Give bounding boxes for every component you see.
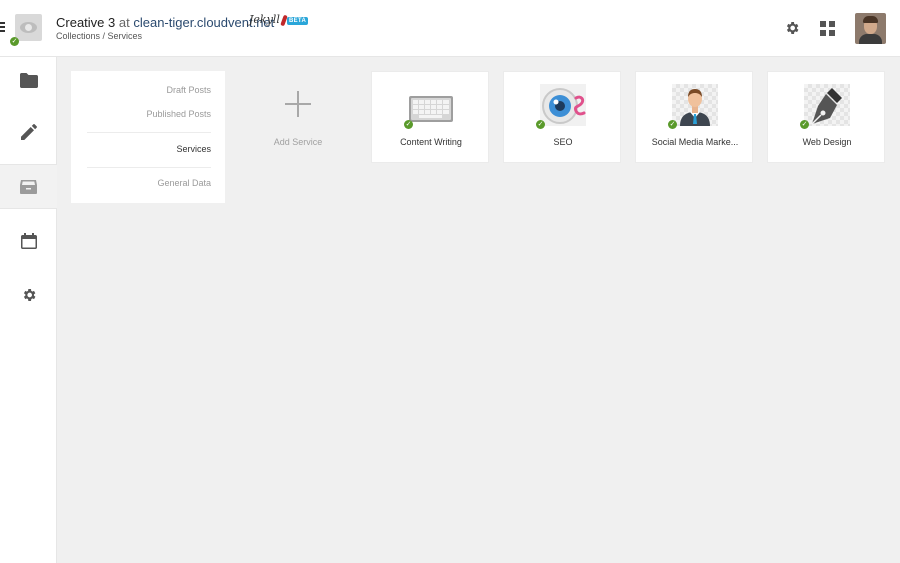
businessman-icon: [672, 84, 718, 126]
site-name: Creative 3: [56, 15, 116, 30]
inbox-icon: [20, 179, 37, 194]
keyboard-icon: [409, 96, 453, 122]
rail-item-collections[interactable]: [0, 57, 57, 103]
apps-grid-icon[interactable]: [820, 21, 835, 36]
divider: [87, 167, 211, 168]
top-header: ✓ Creative 3 at clean-tiger.cloudvent.ne…: [0, 0, 900, 57]
published-check-icon: ✓: [800, 120, 809, 129]
card-label: Social Media Marke...: [651, 137, 739, 147]
eye-icon: [20, 22, 37, 33]
collections-subnav: Draft Posts Published Posts Services Gen…: [71, 71, 225, 203]
eye-icon: [540, 84, 586, 126]
subnav-item-services[interactable]: Services: [176, 144, 211, 154]
published-check-icon: ✓: [668, 120, 677, 129]
pen-nib-icon: [804, 84, 850, 126]
service-card-seo[interactable]: ✓ SEO: [503, 71, 621, 163]
service-card-social-media[interactable]: ✓ Social Media Marke...: [635, 71, 753, 163]
add-service-button[interactable]: Add Service: [239, 71, 357, 163]
plus-icon: [285, 91, 311, 117]
card-label: Content Writing: [400, 137, 462, 147]
folder-icon: [19, 72, 38, 88]
status-check-icon: ✓: [10, 37, 19, 46]
avatar[interactable]: [855, 13, 886, 44]
service-card-content-writing[interactable]: ✓ Content Writing: [371, 71, 489, 163]
gear-icon: [23, 289, 35, 301]
card-label: Web Design: [802, 137, 852, 147]
calendar-icon: [20, 233, 37, 249]
subnav-item-general-data[interactable]: General Data: [157, 178, 211, 188]
add-service-label: Add Service: [273, 137, 323, 147]
rail-item-editor[interactable]: [0, 109, 57, 155]
service-card-web-design[interactable]: ✓ Web Design: [767, 71, 885, 163]
left-rail: [0, 57, 57, 563]
pencil-icon: [20, 124, 37, 140]
breadcrumb[interactable]: Collections / Services: [56, 31, 142, 41]
jekyll-logo: Jekyll: [249, 13, 288, 26]
at-word: at: [118, 15, 130, 30]
site-title[interactable]: Creative 3 at clean-tiger.cloudvent.net: [56, 15, 274, 30]
divider: [87, 132, 211, 133]
gear-icon[interactable]: [784, 20, 800, 36]
published-check-icon: ✓: [536, 120, 545, 129]
rail-item-settings[interactable]: [0, 272, 57, 318]
site-thumbnail[interactable]: ✓: [10, 14, 42, 46]
rail-item-files[interactable]: [0, 164, 57, 209]
beta-badge: BETA: [287, 17, 309, 25]
rail-item-schedule[interactable]: [0, 218, 57, 264]
card-label: SEO: [553, 137, 573, 147]
published-check-icon: ✓: [404, 120, 413, 129]
subnav-item-draft-posts[interactable]: Draft Posts: [166, 85, 211, 95]
subnav-item-published-posts[interactable]: Published Posts: [146, 109, 211, 119]
menu-icon[interactable]: [0, 22, 5, 32]
